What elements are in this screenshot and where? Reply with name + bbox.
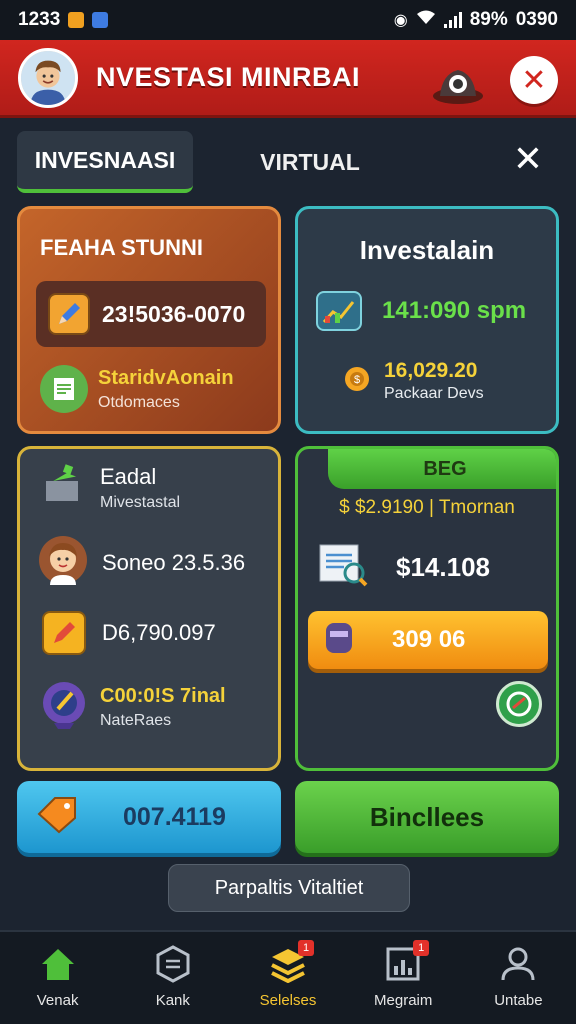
notification-badge: 1 xyxy=(413,940,430,956)
page-title: NVESTASI MINRBAI xyxy=(96,62,361,92)
close-icon: ✕ xyxy=(521,63,547,97)
pencil-paper-icon xyxy=(42,611,86,655)
user-icon xyxy=(498,944,538,984)
tab-investasi[interactable]: INVESNAASI xyxy=(17,131,193,193)
nav-label: Megraim xyxy=(374,992,433,1009)
investment-amount-sub: Packaar Devs xyxy=(384,385,484,402)
avatar-man-icon xyxy=(21,50,75,105)
status-time: 1233 xyxy=(18,9,61,30)
notification-badge: 1 xyxy=(298,940,314,956)
status-bar: 1233 ◉ 89% 0390 xyxy=(0,0,576,40)
investment-card[interactable]: Investalain 141:090 spm $ 16,029.20 Pack… xyxy=(295,206,559,434)
header-bar: NVESTASI MINRBAI ✕ xyxy=(0,40,576,118)
offer-line: $ $2.9190 | Tmornan xyxy=(339,497,515,518)
portfolio-card[interactable]: FEAHA STUNNI 23!5036-0070 StaridvAonain … xyxy=(17,206,281,434)
details-card[interactable]: Eadal Mivestastal Soneo 23.5.36 D6,790.0… xyxy=(17,446,281,771)
secondary-button[interactable]: Parpaltis Vitaltiet xyxy=(168,864,410,912)
woman-avatar-icon[interactable] xyxy=(38,535,88,590)
portfolio-card-title: FEAHA STUNNI xyxy=(40,235,203,260)
ninja-icon xyxy=(322,619,356,662)
chart-icon: 1 xyxy=(383,940,430,984)
portfolio-amount: 23!5036-0070 xyxy=(102,300,246,327)
offer-buy-button[interactable]: 309 06 xyxy=(308,611,548,669)
svg-text:$: $ xyxy=(354,374,360,386)
portfolio-item-sub: Otdomaces xyxy=(98,393,180,411)
offer-ribbon: BEG xyxy=(328,449,556,489)
investment-card-title: Investalain xyxy=(359,235,495,265)
value-button[interactable]: 007.4119 xyxy=(17,781,281,853)
nav-label: Kank xyxy=(155,992,190,1009)
nav-item-untabe[interactable]: Untabe xyxy=(461,932,576,1024)
investment-rate: 141:090 spm xyxy=(382,297,527,324)
nav-item-selelses[interactable]: 1 Selelses xyxy=(230,932,345,1024)
nav-item-kank[interactable]: Kank xyxy=(115,932,230,1024)
report-magnifier-icon xyxy=(316,541,368,594)
details-row1-title: Eadal xyxy=(100,463,157,489)
notification-app-icon xyxy=(68,12,85,28)
offer-amount: $14.108 xyxy=(396,552,490,582)
close-button[interactable]: ✕ xyxy=(510,56,558,104)
stack-icon: 1 xyxy=(268,940,314,984)
upload-box-icon xyxy=(42,463,86,512)
offer-button-value: 309 06 xyxy=(392,626,466,653)
tab-close-icon[interactable]: ✕ xyxy=(510,141,546,177)
bottom-nav: Venak Kank 1 Selelses 1 Megraim Untabe xyxy=(0,930,576,1024)
confirm-button[interactable]: Bincllees xyxy=(295,781,559,853)
details-row2-text: Soneo 23.5.36 xyxy=(102,549,246,575)
alarm-icon: ◉ xyxy=(393,12,408,29)
battery-level: 89% xyxy=(469,9,508,30)
details-row4-sub: NateRaes xyxy=(100,712,172,729)
compass-badge-icon xyxy=(40,679,88,736)
tab-virtual[interactable]: VIRTUAL xyxy=(230,131,390,193)
portfolio-item-title: StaridvAonain xyxy=(98,366,234,389)
wifi-icon xyxy=(416,9,436,31)
details-row3-text: D6,790.097 xyxy=(102,620,216,645)
pencil-icon xyxy=(48,293,90,335)
details-row4-title: C00:0!S 7inal xyxy=(100,685,226,707)
nav-item-venak[interactable]: Venak xyxy=(0,932,115,1024)
value-button-label: 007.4119 xyxy=(123,802,226,831)
nav-label: Selelses xyxy=(259,992,317,1009)
share-badge-icon[interactable] xyxy=(496,681,542,727)
gear-coin-icon: $ xyxy=(342,364,372,399)
hexagon-icon xyxy=(153,944,193,984)
home-icon xyxy=(38,944,78,984)
signal-icon xyxy=(443,12,462,28)
notification-shield-icon xyxy=(92,12,109,28)
coin-bag-icon[interactable] xyxy=(432,58,484,104)
offer-card[interactable]: BEG $ $2.9190 | Tmornan $14.108 309 06 xyxy=(295,446,559,771)
status-clock-right: 0390 xyxy=(515,9,558,30)
player-avatar[interactable] xyxy=(18,47,78,108)
details-row1-sub: Mivestastal xyxy=(100,493,181,511)
tag-icon xyxy=(35,794,79,841)
nav-item-megraim[interactable]: 1 Megraim xyxy=(346,932,461,1024)
investment-amount: 16,029.20 xyxy=(384,359,478,382)
document-check-icon xyxy=(40,365,88,413)
nav-label: Venak xyxy=(36,992,79,1009)
nav-label: Untabe xyxy=(494,992,543,1009)
portfolio-amount-box: 23!5036-0070 xyxy=(36,281,266,347)
chart-trend-icon xyxy=(316,291,362,331)
